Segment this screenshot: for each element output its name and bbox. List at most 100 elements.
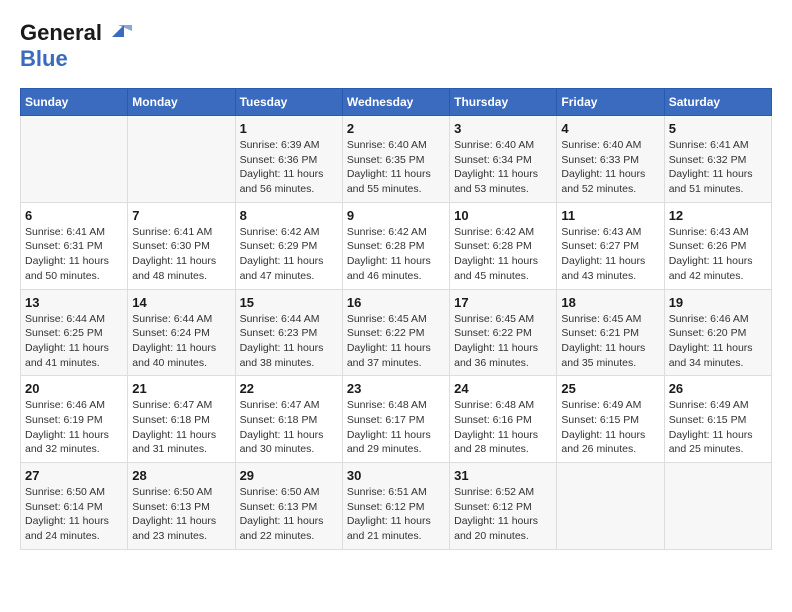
- logo-text-general: General: [20, 20, 102, 46]
- day-info: Sunrise: 6:46 AM Sunset: 6:19 PM Dayligh…: [25, 398, 123, 457]
- column-header-thursday: Thursday: [450, 89, 557, 116]
- day-number: 4: [561, 121, 659, 136]
- day-info: Sunrise: 6:47 AM Sunset: 6:18 PM Dayligh…: [240, 398, 338, 457]
- day-number: 5: [669, 121, 767, 136]
- day-number: 12: [669, 208, 767, 223]
- day-info: Sunrise: 6:45 AM Sunset: 6:21 PM Dayligh…: [561, 312, 659, 371]
- day-number: 27: [25, 468, 123, 483]
- day-info: Sunrise: 6:42 AM Sunset: 6:29 PM Dayligh…: [240, 225, 338, 284]
- day-info: Sunrise: 6:41 AM Sunset: 6:32 PM Dayligh…: [669, 138, 767, 197]
- day-number: 2: [347, 121, 445, 136]
- day-number: 16: [347, 295, 445, 310]
- calendar-cell: 31Sunrise: 6:52 AM Sunset: 6:12 PM Dayli…: [450, 463, 557, 550]
- day-number: 8: [240, 208, 338, 223]
- logo: General Blue: [20, 20, 132, 72]
- week-row-4: 20Sunrise: 6:46 AM Sunset: 6:19 PM Dayli…: [21, 376, 772, 463]
- calendar-cell: [21, 116, 128, 203]
- logo-text-blue: Blue: [20, 46, 68, 71]
- calendar-cell: 25 Sunrise: 6:49 AM Sunset: 6:15 PM Dayli…: [557, 376, 664, 463]
- calendar-cell: 19 Sunrise: 6:46 AM Sunset: 6:20 PM Dayli…: [664, 289, 771, 376]
- day-number: 26: [669, 381, 767, 396]
- day-info: Sunrise: 6:43 AM Sunset: 6:26 PM Dayligh…: [669, 225, 767, 284]
- day-number: 19: [669, 295, 767, 310]
- day-number: 9: [347, 208, 445, 223]
- calendar-cell: 27 Sunrise: 6:50 AM Sunset: 6:14 PM Dayli…: [21, 463, 128, 550]
- day-number: 28: [132, 468, 230, 483]
- column-header-wednesday: Wednesday: [342, 89, 449, 116]
- calendar-cell: 4 Sunrise: 6:40 AM Sunset: 6:33 PM Daylig…: [557, 116, 664, 203]
- calendar-cell: [128, 116, 235, 203]
- calendar-cell: 6Sunrise: 6:41 AM Sunset: 6:31 PM Daylig…: [21, 202, 128, 289]
- calendar-header-row: SundayMondayTuesdayWednesdayThursdayFrid…: [21, 89, 772, 116]
- day-info: Sunrise: 6:42 AM Sunset: 6:28 PM Dayligh…: [454, 225, 552, 284]
- day-info: Sunrise: 6:46 AM Sunset: 6:20 PM Dayligh…: [669, 312, 767, 371]
- day-number: 17: [454, 295, 552, 310]
- calendar-cell: 1 Sunrise: 6:39 AM Sunset: 6:36 PM Daylig…: [235, 116, 342, 203]
- calendar-cell: 22 Sunrise: 6:47 AM Sunset: 6:18 PM Dayli…: [235, 376, 342, 463]
- calendar-cell: 16 Sunrise: 6:45 AM Sunset: 6:22 PM Dayli…: [342, 289, 449, 376]
- day-info: Sunrise: 6:50 AM Sunset: 6:14 PM Dayligh…: [25, 485, 123, 544]
- calendar-cell: 9Sunrise: 6:42 AM Sunset: 6:28 PM Daylig…: [342, 202, 449, 289]
- calendar-cell: 23Sunrise: 6:48 AM Sunset: 6:17 PM Dayli…: [342, 376, 449, 463]
- day-info: Sunrise: 6:41 AM Sunset: 6:31 PM Dayligh…: [25, 225, 123, 284]
- day-number: 18: [561, 295, 659, 310]
- day-number: 7: [132, 208, 230, 223]
- day-number: 14: [132, 295, 230, 310]
- day-number: 15: [240, 295, 338, 310]
- calendar-cell: 10 Sunrise: 6:42 AM Sunset: 6:28 PM Dayli…: [450, 202, 557, 289]
- column-header-monday: Monday: [128, 89, 235, 116]
- calendar-table: SundayMondayTuesdayWednesdayThursdayFrid…: [20, 88, 772, 550]
- day-number: 3: [454, 121, 552, 136]
- day-number: 13: [25, 295, 123, 310]
- day-info: Sunrise: 6:48 AM Sunset: 6:16 PM Dayligh…: [454, 398, 552, 457]
- calendar-cell: [557, 463, 664, 550]
- calendar-cell: 12 Sunrise: 6:43 AM Sunset: 6:26 PM Dayli…: [664, 202, 771, 289]
- day-info: Sunrise: 6:51 AM Sunset: 6:12 PM Dayligh…: [347, 485, 445, 544]
- day-info: Sunrise: 6:49 AM Sunset: 6:15 PM Dayligh…: [669, 398, 767, 457]
- day-info: Sunrise: 6:44 AM Sunset: 6:25 PM Dayligh…: [25, 312, 123, 371]
- day-info: Sunrise: 6:45 AM Sunset: 6:22 PM Dayligh…: [347, 312, 445, 371]
- day-info: Sunrise: 6:41 AM Sunset: 6:30 PM Dayligh…: [132, 225, 230, 284]
- day-number: 22: [240, 381, 338, 396]
- calendar-cell: 3Sunrise: 6:40 AM Sunset: 6:34 PM Daylig…: [450, 116, 557, 203]
- column-header-saturday: Saturday: [664, 89, 771, 116]
- week-row-3: 13 Sunrise: 6:44 AM Sunset: 6:25 PM Dayli…: [21, 289, 772, 376]
- day-info: Sunrise: 6:43 AM Sunset: 6:27 PM Dayligh…: [561, 225, 659, 284]
- day-number: 29: [240, 468, 338, 483]
- calendar-cell: 14 Sunrise: 6:44 AM Sunset: 6:24 PM Dayli…: [128, 289, 235, 376]
- week-row-2: 6Sunrise: 6:41 AM Sunset: 6:31 PM Daylig…: [21, 202, 772, 289]
- day-info: Sunrise: 6:40 AM Sunset: 6:35 PM Dayligh…: [347, 138, 445, 197]
- logo-icon: [104, 17, 132, 45]
- page-header: General Blue: [20, 20, 772, 72]
- calendar-cell: 18 Sunrise: 6:45 AM Sunset: 6:21 PM Dayli…: [557, 289, 664, 376]
- day-number: 10: [454, 208, 552, 223]
- calendar-cell: 2 Sunrise: 6:40 AM Sunset: 6:35 PM Daylig…: [342, 116, 449, 203]
- day-number: 21: [132, 381, 230, 396]
- day-info: Sunrise: 6:50 AM Sunset: 6:13 PM Dayligh…: [240, 485, 338, 544]
- calendar-cell: 15Sunrise: 6:44 AM Sunset: 6:23 PM Dayli…: [235, 289, 342, 376]
- column-header-friday: Friday: [557, 89, 664, 116]
- calendar-cell: 30Sunrise: 6:51 AM Sunset: 6:12 PM Dayli…: [342, 463, 449, 550]
- calendar-cell: 20Sunrise: 6:46 AM Sunset: 6:19 PM Dayli…: [21, 376, 128, 463]
- day-info: Sunrise: 6:49 AM Sunset: 6:15 PM Dayligh…: [561, 398, 659, 457]
- day-info: Sunrise: 6:44 AM Sunset: 6:24 PM Dayligh…: [132, 312, 230, 371]
- calendar-cell: 11 Sunrise: 6:43 AM Sunset: 6:27 PM Dayli…: [557, 202, 664, 289]
- day-number: 24: [454, 381, 552, 396]
- day-info: Sunrise: 6:39 AM Sunset: 6:36 PM Dayligh…: [240, 138, 338, 197]
- day-info: Sunrise: 6:45 AM Sunset: 6:22 PM Dayligh…: [454, 312, 552, 371]
- calendar-cell: 13 Sunrise: 6:44 AM Sunset: 6:25 PM Dayli…: [21, 289, 128, 376]
- calendar-cell: 26 Sunrise: 6:49 AM Sunset: 6:15 PM Dayli…: [664, 376, 771, 463]
- week-row-1: 1 Sunrise: 6:39 AM Sunset: 6:36 PM Daylig…: [21, 116, 772, 203]
- day-number: 1: [240, 121, 338, 136]
- calendar-cell: 7 Sunrise: 6:41 AM Sunset: 6:30 PM Daylig…: [128, 202, 235, 289]
- day-info: Sunrise: 6:40 AM Sunset: 6:33 PM Dayligh…: [561, 138, 659, 197]
- day-number: 25: [561, 381, 659, 396]
- day-number: 11: [561, 208, 659, 223]
- calendar-cell: 24 Sunrise: 6:48 AM Sunset: 6:16 PM Dayli…: [450, 376, 557, 463]
- week-row-5: 27 Sunrise: 6:50 AM Sunset: 6:14 PM Dayli…: [21, 463, 772, 550]
- calendar-cell: 17 Sunrise: 6:45 AM Sunset: 6:22 PM Dayli…: [450, 289, 557, 376]
- column-header-sunday: Sunday: [21, 89, 128, 116]
- day-number: 23: [347, 381, 445, 396]
- calendar-cell: 8 Sunrise: 6:42 AM Sunset: 6:29 PM Daylig…: [235, 202, 342, 289]
- day-info: Sunrise: 6:50 AM Sunset: 6:13 PM Dayligh…: [132, 485, 230, 544]
